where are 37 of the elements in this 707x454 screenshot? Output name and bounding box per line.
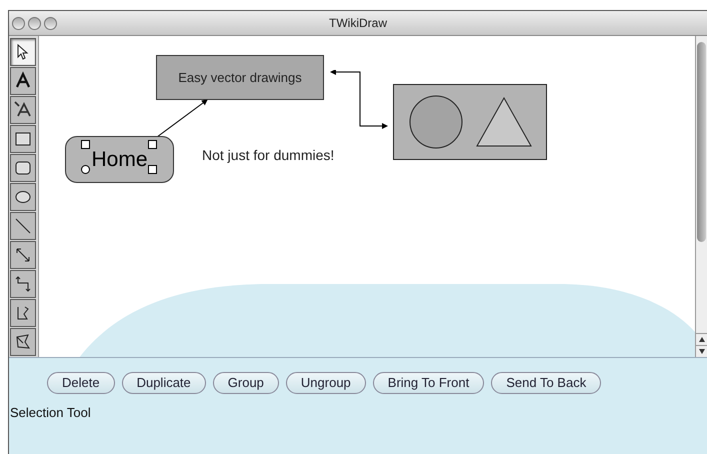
triangle-shape-icon bbox=[476, 97, 532, 147]
tool-button[interactable] bbox=[10, 241, 36, 269]
tool-button[interactable] bbox=[10, 67, 36, 95]
drawing-canvas[interactable]: Easy vector drawings Home Not just for dummies! bbox=[39, 36, 695, 357]
elbow-tool-icon bbox=[13, 274, 33, 294]
selection-handles-icon[interactable] bbox=[81, 140, 158, 175]
tool-button[interactable] bbox=[10, 38, 36, 66]
scroll-down-icon[interactable] bbox=[698, 349, 704, 354]
tool-button[interactable] bbox=[10, 328, 36, 356]
action-button[interactable]: Bring To Front bbox=[372, 372, 484, 394]
tool-button[interactable] bbox=[10, 270, 36, 298]
window-control-button[interactable] bbox=[12, 16, 25, 30]
scroll-up-icon[interactable] bbox=[698, 337, 704, 342]
tool-button[interactable] bbox=[10, 299, 36, 327]
tool-button[interactable] bbox=[10, 96, 36, 124]
action-button[interactable]: Group bbox=[212, 372, 279, 394]
action-button[interactable]: Ungroup bbox=[286, 372, 366, 394]
action-button[interactable]: Duplicate bbox=[122, 372, 206, 394]
status-text: Selection Tool bbox=[9, 404, 92, 422]
canvas-label[interactable]: Not just for dummies! bbox=[202, 145, 334, 166]
tool-button[interactable] bbox=[10, 183, 36, 211]
tool-button[interactable] bbox=[10, 154, 36, 182]
rounded-text-box[interactable]: Home bbox=[65, 136, 174, 183]
action-button[interactable]: Delete bbox=[47, 372, 115, 394]
scroll-thumb[interactable] bbox=[697, 42, 706, 242]
connector-line bbox=[155, 98, 209, 139]
circle-shape-icon bbox=[408, 95, 462, 149]
shape-group[interactable] bbox=[393, 84, 547, 160]
tool-button[interactable] bbox=[10, 125, 36, 153]
vertical-scrollbar[interactable] bbox=[695, 36, 707, 357]
text-box[interactable]: Easy vector drawings bbox=[156, 55, 324, 100]
window-control-button[interactable] bbox=[44, 16, 57, 30]
line-tool-icon bbox=[13, 216, 33, 236]
window-title: TWikiDraw bbox=[329, 15, 387, 32]
action-button[interactable]: Send To Back bbox=[491, 372, 602, 394]
tool-button[interactable] bbox=[10, 212, 36, 240]
window-control-button[interactable] bbox=[28, 16, 41, 30]
